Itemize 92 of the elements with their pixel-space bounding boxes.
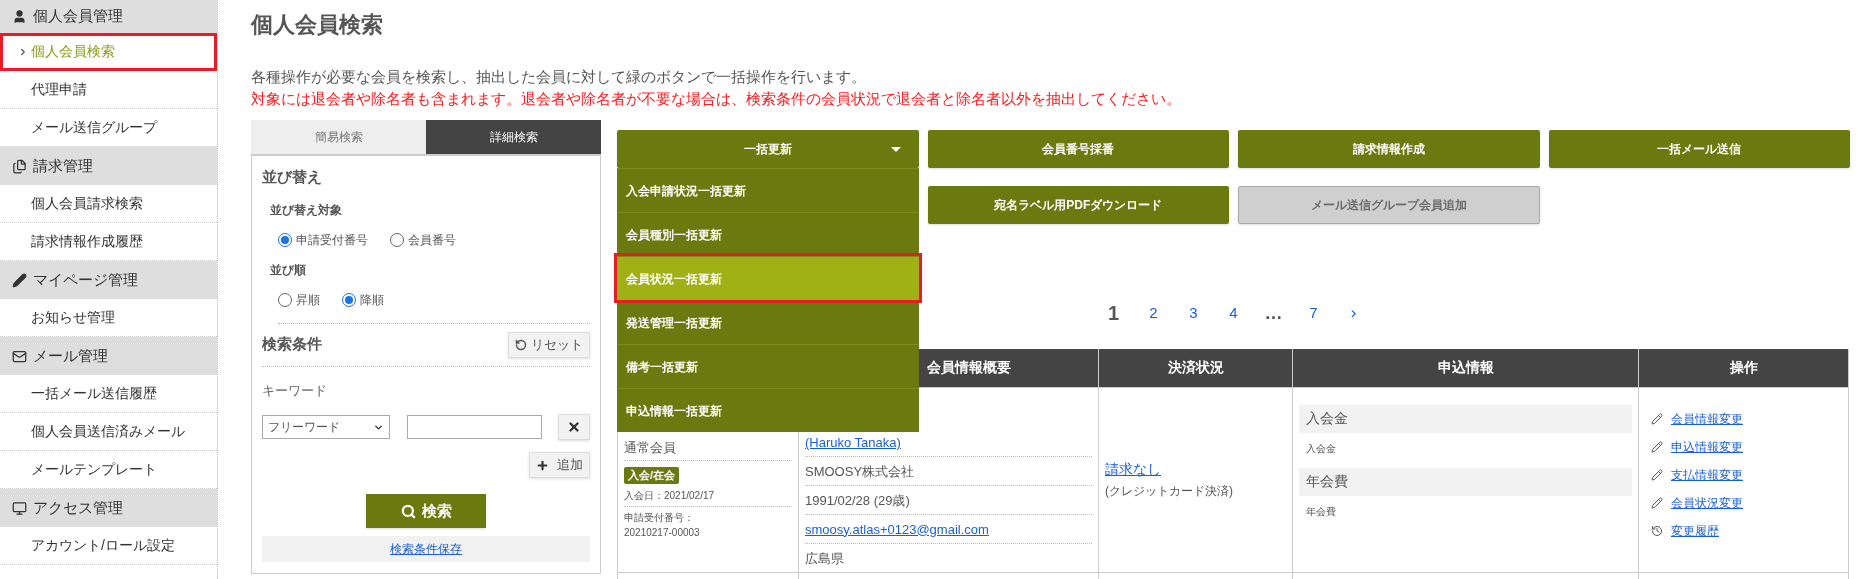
operation-link[interactable]: 申込情報変更 bbox=[1671, 437, 1743, 456]
fee-detail: 年会費 bbox=[1305, 504, 1337, 519]
keyword-select[interactable]: フリーワード bbox=[262, 415, 390, 439]
joined-date: 入会日：2021/02/17 bbox=[624, 488, 792, 507]
pencil-icon bbox=[12, 272, 27, 288]
fee-detail: 入会金 bbox=[1305, 441, 1337, 456]
radio-button[interactable] bbox=[342, 292, 356, 307]
fee-title: 年会費 bbox=[1299, 467, 1632, 496]
reset-button[interactable]: リセット bbox=[508, 331, 590, 358]
operation-link[interactable]: 会員情報変更 bbox=[1671, 409, 1743, 428]
close-icon bbox=[567, 420, 581, 434]
sort-heading: 並び替え bbox=[262, 167, 323, 187]
section-title: アクセス管理 bbox=[33, 497, 123, 518]
member-type: 通常会員 bbox=[624, 437, 792, 461]
column-header: 操作 bbox=[1638, 349, 1849, 387]
summary-text: 1991/02/28 (29歳) bbox=[805, 492, 910, 508]
summary-text: SMOOSY株式会社 bbox=[805, 463, 915, 479]
sidebar-item[interactable]: 代理申請 bbox=[0, 71, 217, 109]
section-title: 請求管理 bbox=[33, 155, 93, 176]
section-title: メール管理 bbox=[33, 345, 108, 366]
sidebar-item[interactable]: 個人会員請求検索 bbox=[0, 185, 217, 223]
page-link[interactable]: 3 bbox=[1178, 301, 1209, 325]
documents-icon bbox=[12, 158, 27, 174]
application-number-label: 申請受付番号： bbox=[624, 511, 695, 525]
radio-label: 昇順 bbox=[296, 291, 320, 309]
operation-link[interactable]: 支払情報変更 bbox=[1671, 465, 1743, 484]
search-icon bbox=[400, 503, 416, 519]
page-link[interactable]: 2 bbox=[1138, 301, 1169, 325]
bulk-update-dropdown[interactable]: 一括更新 bbox=[617, 130, 919, 168]
dropdown-item[interactable]: 入会申請状況一括更新 bbox=[617, 168, 919, 212]
action-button[interactable]: 請求情報作成 bbox=[1238, 130, 1540, 168]
action-button[interactable]: 一括メール送信 bbox=[1548, 130, 1850, 168]
pencil-icon bbox=[1651, 468, 1663, 481]
summary-link[interactable]: smoosy.atlas+0123@gmail.com bbox=[805, 521, 989, 537]
sidebar-item[interactable]: 一括メール送信履歴 bbox=[0, 375, 217, 413]
reset-icon bbox=[515, 338, 527, 351]
page-link[interactable]: 1 bbox=[1098, 298, 1129, 328]
column-header: 決済状況 bbox=[1098, 349, 1293, 387]
sidebar-item[interactable]: 個人会員検索 bbox=[0, 33, 217, 71]
radio-button[interactable] bbox=[278, 232, 292, 247]
status-badge: 入会/在会 bbox=[624, 467, 680, 484]
column-header: 申込情報 bbox=[1292, 349, 1639, 387]
warning-text: 対象には退会者や除名者も含まれます。退会者や除名者が不要な場合は、検索条件の会員状況で退会者と除名者以外を抽出してください。 bbox=[251, 89, 1182, 109]
sidebar-item[interactable]: 個人会員送信済みメール bbox=[0, 413, 217, 451]
radio-label: 会員番号 bbox=[408, 231, 456, 249]
summary-text: 広島県 bbox=[805, 550, 844, 566]
payment-link[interactable]: 請求なし bbox=[1105, 459, 1286, 480]
plus-icon bbox=[536, 458, 549, 472]
pencil-icon bbox=[1651, 496, 1663, 509]
next-page-link[interactable]: › bbox=[1338, 300, 1369, 326]
application-number: 20210217-00003 bbox=[624, 526, 701, 540]
page-ellipsis: … bbox=[1263, 301, 1284, 325]
radio-button[interactable] bbox=[390, 232, 404, 247]
save-conditions-link[interactable]: 検索条件保存 bbox=[390, 540, 462, 558]
radio-button[interactable] bbox=[278, 292, 292, 307]
search-tab[interactable]: 詳細検索 bbox=[426, 120, 601, 154]
sort-order-label: 並び順 bbox=[270, 261, 307, 279]
page-link[interactable]: 4 bbox=[1218, 301, 1249, 325]
payment-note: (クレジットカード決済) bbox=[1105, 483, 1234, 500]
sidebar-item[interactable]: アカウント/ロール設定 bbox=[0, 527, 217, 565]
clear-button[interactable] bbox=[558, 414, 590, 440]
radio-label: 降順 bbox=[360, 291, 384, 309]
action-button[interactable]: 宛名ラベル用PDFダウンロード bbox=[927, 186, 1229, 224]
action-button[interactable]: 会員番号採番 bbox=[927, 130, 1229, 168]
conditions-heading: 検索条件 bbox=[262, 334, 322, 355]
fee-title: 入会金 bbox=[1299, 404, 1632, 433]
caret-icon bbox=[890, 147, 901, 152]
section-title: マイページ管理 bbox=[33, 269, 138, 290]
chevron-right-icon bbox=[18, 46, 28, 57]
description-text: 各種操作が必要な会員を検索し、抽出した会員に対して緑のボタンで一括操作を行います。 bbox=[251, 67, 867, 87]
page-title: 個人会員検索 bbox=[251, 11, 384, 39]
history-icon bbox=[1651, 524, 1663, 537]
operation-link[interactable]: 変更履歴 bbox=[1671, 521, 1719, 540]
monitor-icon bbox=[12, 500, 27, 516]
keyword-label: キーワード bbox=[262, 381, 328, 400]
section-title: 個人会員管理 bbox=[33, 6, 123, 27]
keyword-input[interactable] bbox=[407, 415, 542, 439]
mail-icon bbox=[12, 348, 27, 364]
sort-target-label: 並び替え対象 bbox=[270, 201, 343, 219]
pencil-icon bbox=[1651, 440, 1663, 453]
search-button[interactable]: 検索 bbox=[366, 494, 486, 528]
dropdown-item[interactable]: 発送管理一括更新 bbox=[617, 300, 919, 344]
pencil-icon bbox=[1651, 412, 1663, 425]
summary-link[interactable]: (Haruko Tanaka) bbox=[805, 434, 901, 450]
add-button[interactable]: 追加 bbox=[529, 452, 590, 478]
search-tab[interactable]: 簡易検索 bbox=[251, 120, 426, 154]
dropdown-item[interactable]: 申込情報一括更新 bbox=[617, 388, 919, 432]
person-icon bbox=[12, 9, 27, 24]
page-link[interactable]: 7 bbox=[1298, 301, 1329, 325]
operation-link[interactable]: 会員状況変更 bbox=[1671, 493, 1743, 512]
radio-label: 申請受付番号 bbox=[296, 231, 368, 249]
dropdown-item[interactable]: 備考一括更新 bbox=[617, 344, 919, 388]
